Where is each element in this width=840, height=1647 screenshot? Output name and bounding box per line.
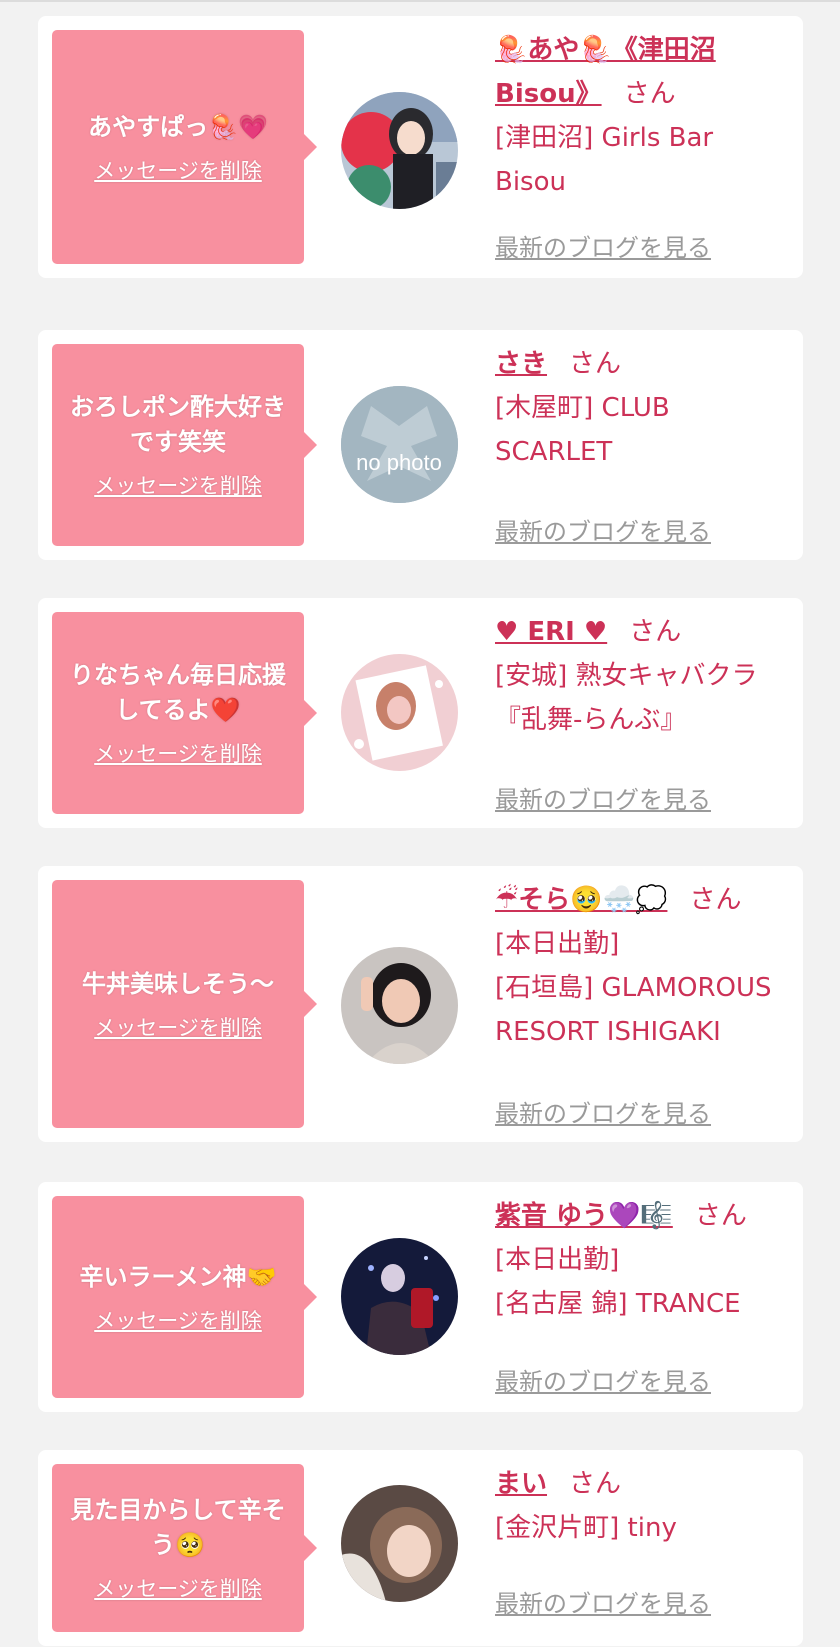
avatar[interactable] xyxy=(341,92,458,209)
cast-name-link[interactable]: ♥ ERI ♥ xyxy=(495,617,607,647)
message-card: 牛丼美味しそう〜 メッセージを削除 ☔そら🥹🌨️💭 さん [本日出勤] [石垣島]… xyxy=(38,866,803,1142)
message-text: 見た目からして辛そう🥺 xyxy=(70,1496,286,1559)
shop-line: RESORT ISHIGAKI xyxy=(495,1017,721,1047)
avatar[interactable] xyxy=(341,947,458,1064)
honorific: さん xyxy=(629,617,682,647)
delete-message-link[interactable]: メッセージを削除 xyxy=(94,1012,262,1042)
honorific: さん xyxy=(689,885,742,915)
message-bubble: 辛いラーメン神🤝 メッセージを削除 xyxy=(52,1196,317,1398)
delete-message-link[interactable]: メッセージを削除 xyxy=(94,470,262,500)
cast-info: ☔そら🥹🌨️💭 さん [本日出勤] [石垣島] GLAMOROUS RESORT … xyxy=(495,878,793,1054)
shop-line: [金沢片町] tiny xyxy=(495,1513,677,1543)
delete-message-link[interactable]: メッセージを削除 xyxy=(94,1573,262,1603)
latest-blog-link[interactable]: 最新のブログを見る xyxy=(495,1362,711,1397)
cast-name-link[interactable]: 🪼あや🪼《津田沼 xyxy=(495,35,716,65)
message-bubble: 見た目からして辛そう🥺 メッセージを削除 xyxy=(52,1464,317,1632)
delete-message-link[interactable]: メッセージを削除 xyxy=(94,155,262,185)
avatar-no-photo[interactable]: no photo xyxy=(341,386,458,503)
message-text: 牛丼美味しそう〜 xyxy=(82,969,274,998)
honorific: さん xyxy=(623,79,676,109)
avatar[interactable] xyxy=(341,654,458,771)
message-card: あやすぱっ🪼💗 メッセージを削除 🪼あや🪼《津田沼 Bisou》 さん [津田沼]… xyxy=(38,16,803,278)
cast-info: さき さん [木屋町] CLUB SCARLET xyxy=(495,342,793,474)
message-card: おろしポン酢大好きです笑笑 メッセージを削除 no photo さき さん [木屋… xyxy=(38,330,803,560)
latest-blog-link[interactable]: 最新のブログを見る xyxy=(495,1584,711,1619)
latest-blog-link[interactable]: 最新のブログを見る xyxy=(495,1094,711,1129)
delete-message-link[interactable]: メッセージを削除 xyxy=(94,1305,262,1335)
shop-line: [石垣島] GLAMOROUS xyxy=(495,973,772,1003)
top-divider xyxy=(0,0,840,2)
cast-info: 🪼あや🪼《津田沼 Bisou》 さん [津田沼] Girls Bar Bisou xyxy=(495,28,793,204)
latest-blog-link[interactable]: 最新のブログを見る xyxy=(495,512,711,547)
message-bubble: おろしポン酢大好きです笑笑 メッセージを削除 xyxy=(52,344,317,546)
avatar[interactable] xyxy=(341,1238,458,1355)
shop-line: SCARLET xyxy=(495,437,613,467)
attendance-status: [本日出勤] xyxy=(495,1245,620,1275)
honorific: さん xyxy=(569,1469,622,1499)
cast-name-link[interactable]: さき xyxy=(495,349,547,379)
cast-info: ♥ ERI ♥ さん [安城] 熟女キャバクラ 『乱舞-らんぶ』 xyxy=(495,610,793,742)
message-text: おろしポン酢大好きです笑笑 xyxy=(70,393,286,456)
cast-name-link[interactable]: まい xyxy=(495,1469,547,1499)
message-text: りなちゃん毎日応援してるよ❤️ xyxy=(70,661,286,724)
shop-line: [安城] 熟女キャバクラ xyxy=(495,661,758,691)
message-card: 辛いラーメン神🤝 メッセージを削除 紫音 ゆう💜🎼 さん [本日出勤] [名古屋 … xyxy=(38,1182,803,1412)
shop-line: [津田沼] Girls Bar xyxy=(495,123,714,153)
message-card: りなちゃん毎日応援してるよ❤️ メッセージを削除 ♥ ERI ♥ さん [安城] … xyxy=(38,598,803,828)
cast-name-link-cont[interactable]: Bisou》 xyxy=(495,79,602,109)
message-bubble: りなちゃん毎日応援してるよ❤️ メッセージを削除 xyxy=(52,612,317,814)
cast-name-link[interactable]: ☔そら🥹🌨️💭 xyxy=(495,885,667,915)
avatar[interactable] xyxy=(341,1485,458,1602)
avatar-placeholder-text: no photo xyxy=(356,450,442,475)
message-text: 辛いラーメン神🤝 xyxy=(79,1262,277,1291)
latest-blog-link[interactable]: 最新のブログを見る xyxy=(495,780,711,815)
message-bubble: あやすぱっ🪼💗 メッセージを削除 xyxy=(52,30,317,264)
honorific: さん xyxy=(694,1201,747,1231)
shop-line: Bisou xyxy=(495,167,566,197)
cast-info: まい さん [金沢片町] tiny xyxy=(495,1462,793,1550)
cast-name-link[interactable]: 紫音 ゆう💜🎼 xyxy=(495,1201,673,1231)
message-card: 見た目からして辛そう🥺 メッセージを削除 まい さん [金沢片町] tiny 最新… xyxy=(38,1450,803,1646)
attendance-status: [本日出勤] xyxy=(495,929,620,959)
delete-message-link[interactable]: メッセージを削除 xyxy=(94,738,262,768)
message-text: あやすぱっ🪼💗 xyxy=(88,112,268,141)
shop-line: 『乱舞-らんぶ』 xyxy=(495,705,687,735)
latest-blog-link[interactable]: 最新のブログを見る xyxy=(495,228,711,263)
shop-line: [名古屋 錦] TRANCE xyxy=(495,1289,741,1319)
cast-info: 紫音 ゆう💜🎼 さん [本日出勤] [名古屋 錦] TRANCE xyxy=(495,1194,793,1326)
message-bubble: 牛丼美味しそう〜 メッセージを削除 xyxy=(52,880,317,1128)
shop-line: [木屋町] CLUB xyxy=(495,393,670,423)
honorific: さん xyxy=(569,349,622,379)
